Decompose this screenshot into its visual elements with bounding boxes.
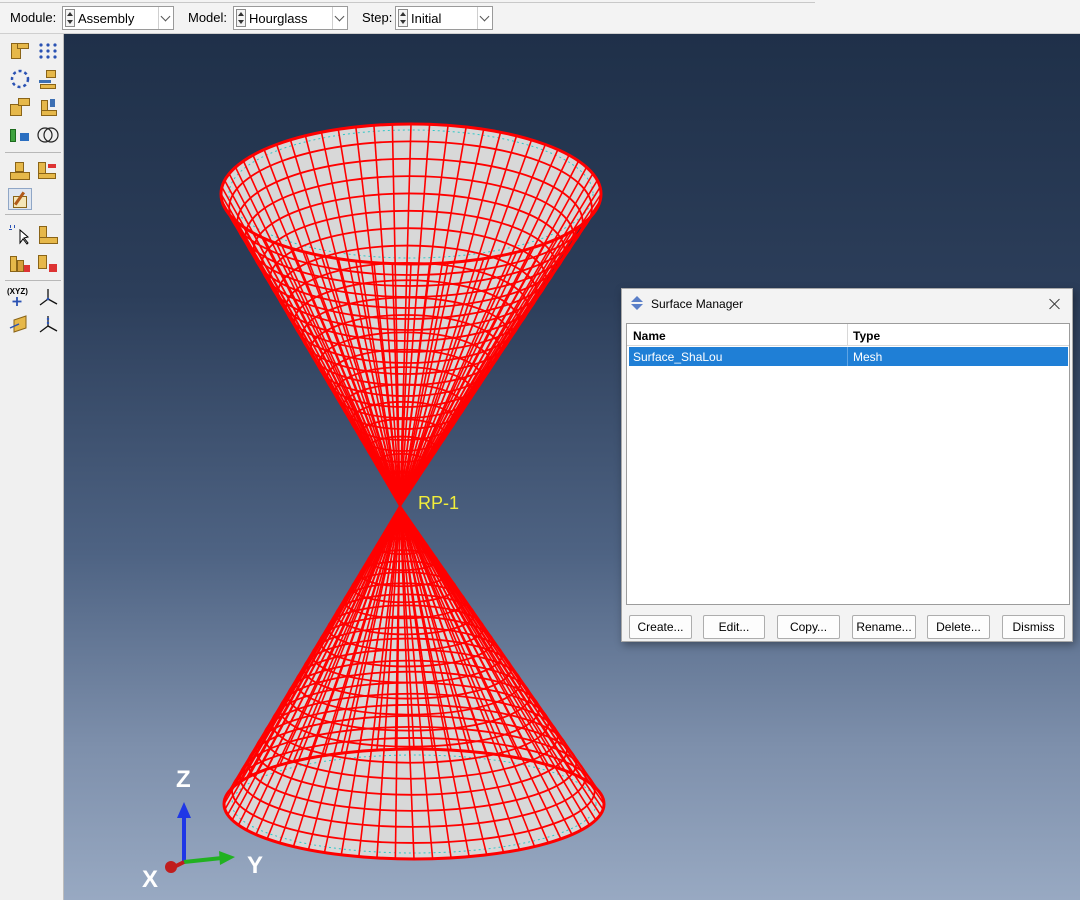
- toolbox-separator: [5, 152, 61, 153]
- step-label: Step:: [362, 10, 393, 25]
- y-axis-arrowhead: [219, 851, 235, 865]
- module-spin-arrows-icon[interactable]: [65, 9, 75, 27]
- step-manager-icon[interactable]: [36, 160, 60, 182]
- assign-section-icon[interactable]: [36, 224, 60, 246]
- toolbox: (XYZ): [0, 34, 64, 900]
- column-divider[interactable]: [847, 324, 848, 346]
- edit-button[interactable]: Edit...: [703, 615, 765, 639]
- delete-button[interactable]: Delete...: [927, 615, 990, 639]
- column-divider: [847, 347, 848, 366]
- close-icon[interactable]: [1044, 293, 1066, 315]
- menu-bar-edge: [0, 0, 815, 3]
- surface-manager-dialog: Surface Manager Name Type Surface_ShaLou…: [621, 288, 1073, 642]
- surface-tool-icon[interactable]: [8, 188, 32, 210]
- merge-cut-icon[interactable]: [36, 124, 60, 146]
- column-header-name[interactable]: Name: [633, 329, 666, 343]
- list-header: Name Type: [627, 324, 1069, 346]
- create-step-icon[interactable]: [8, 160, 32, 182]
- reference-point-icon[interactable]: (XYZ): [6, 286, 30, 308]
- dialog-title-bar[interactable]: Surface Manager: [622, 289, 1072, 319]
- model-label: Model:: [188, 10, 228, 25]
- step-chevron-down-icon[interactable]: [477, 7, 492, 29]
- triad-y-label: Y: [247, 852, 264, 879]
- instance-part-icon[interactable]: [8, 40, 32, 62]
- datum-plane-icon[interactable]: [8, 314, 32, 336]
- step-value: Initial: [411, 11, 442, 26]
- model-chevron-down-icon[interactable]: [332, 7, 347, 29]
- module-value: Assembly: [78, 11, 135, 26]
- translate-to-icon[interactable]: [36, 96, 60, 118]
- create-button[interactable]: Create...: [629, 615, 692, 639]
- toolbox-separator: [5, 280, 61, 281]
- context-bar: Module: Assembly Model: Hourglass Step: …: [0, 0, 1080, 34]
- translate-instance-icon[interactable]: [36, 68, 60, 90]
- copy-button[interactable]: Copy...: [777, 615, 840, 639]
- surface-type: Mesh: [853, 350, 883, 364]
- rotate-instance-icon[interactable]: [8, 96, 32, 118]
- datum-axis-icon[interactable]: [36, 314, 60, 336]
- model-spin-arrows-icon[interactable]: [236, 9, 246, 27]
- z-axis-arrowhead: [177, 802, 191, 818]
- dismiss-button[interactable]: Dismiss: [1002, 615, 1065, 639]
- module-label: Module:: [10, 10, 57, 25]
- reference-point-label: RP-1: [418, 493, 460, 513]
- query-select-icon[interactable]: [8, 224, 32, 246]
- column-header-type[interactable]: Type: [853, 329, 880, 343]
- constraint-parallel-face-icon[interactable]: [8, 124, 32, 146]
- module-combo[interactable]: Assembly: [62, 6, 174, 30]
- list-item[interactable]: Surface_ShaLou Mesh: [629, 347, 1068, 366]
- surface-manager-icon: [631, 296, 643, 310]
- y-axis-arrow: [183, 856, 223, 864]
- step-spin-arrows-icon[interactable]: [398, 9, 408, 27]
- surface-name: Surface_ShaLou: [633, 350, 723, 364]
- step-combo[interactable]: Initial: [395, 6, 493, 30]
- model-value: Hourglass: [249, 11, 308, 26]
- linear-pattern-icon[interactable]: [36, 40, 60, 62]
- datum-csys-icon[interactable]: [36, 286, 60, 308]
- partition-cell-icon[interactable]: [8, 252, 32, 274]
- surface-list[interactable]: Name Type Surface_ShaLou Mesh: [626, 323, 1070, 605]
- rename-button[interactable]: Rename...: [852, 615, 916, 639]
- model-combo[interactable]: Hourglass: [233, 6, 348, 30]
- radial-pattern-icon[interactable]: [8, 68, 32, 90]
- toolbox-separator: [5, 214, 61, 215]
- dialog-title: Surface Manager: [651, 297, 744, 311]
- partition-face-icon[interactable]: [36, 252, 60, 274]
- module-chevron-down-icon[interactable]: [158, 7, 173, 29]
- triad-z-label: Z: [176, 766, 191, 793]
- triad-x-label: X: [142, 866, 159, 893]
- x-axis-arrowhead: [165, 861, 177, 873]
